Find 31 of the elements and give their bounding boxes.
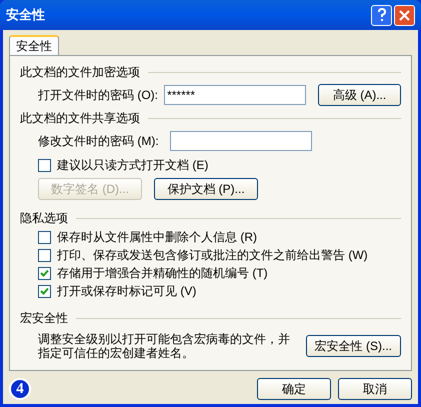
group-title: 隐私选项 xyxy=(20,210,68,227)
group-title: 此文档的文件加密选项 xyxy=(20,64,140,81)
help-icon xyxy=(376,8,386,22)
field-label: 打开文件时的密码 (O): xyxy=(38,87,159,104)
step-badge: 4 xyxy=(9,378,31,400)
checkbox[interactable] xyxy=(38,284,51,298)
checkbox-label: 打开或保存时标记可见 (V) xyxy=(57,283,196,300)
ok-button[interactable]: 确定 xyxy=(257,378,331,400)
group-title: 此文档的文件共享选项 xyxy=(20,110,140,127)
field-label: 修改文件时的密码 (M): xyxy=(38,133,160,150)
checkbox-label: 建议以只读方式打开文档 (E) xyxy=(57,157,208,174)
password-field[interactable]: ****** xyxy=(164,85,306,105)
close-button[interactable] xyxy=(394,4,415,26)
checkbox[interactable] xyxy=(38,248,51,262)
close-icon xyxy=(399,10,410,20)
macro-security-button[interactable]: 宏安全性 (S)... xyxy=(306,335,401,357)
checkbox[interactable] xyxy=(38,230,51,244)
protect-document-button[interactable]: 保护文档 (P)... xyxy=(154,178,258,200)
checkbox-label: 存储用于增强合并精确性的随机编号 (T) xyxy=(57,265,268,282)
help-button[interactable] xyxy=(371,4,392,26)
advanced-button[interactable]: 高级 (A)... xyxy=(318,84,401,106)
macro-description: 调整安全级别以打开可能包含宏病毒的文件，并指定可信任的宏创建者姓名。 xyxy=(38,332,291,360)
window-title: 安全性 xyxy=(6,6,46,24)
cancel-button[interactable]: 取消 xyxy=(338,378,412,400)
checkbox[interactable] xyxy=(38,158,51,172)
checkbox-label: 保存时从文件属性中删除个人信息 (R) xyxy=(57,229,257,246)
tab[interactable]: 安全性 xyxy=(9,35,59,55)
password-field[interactable] xyxy=(170,131,312,151)
group-title: 宏安全性 xyxy=(20,310,68,327)
checkbox[interactable] xyxy=(38,266,51,280)
checkbox-label: 打印、保存或发送包含修订或批注的文件之前给出警告 (W) xyxy=(57,247,368,264)
